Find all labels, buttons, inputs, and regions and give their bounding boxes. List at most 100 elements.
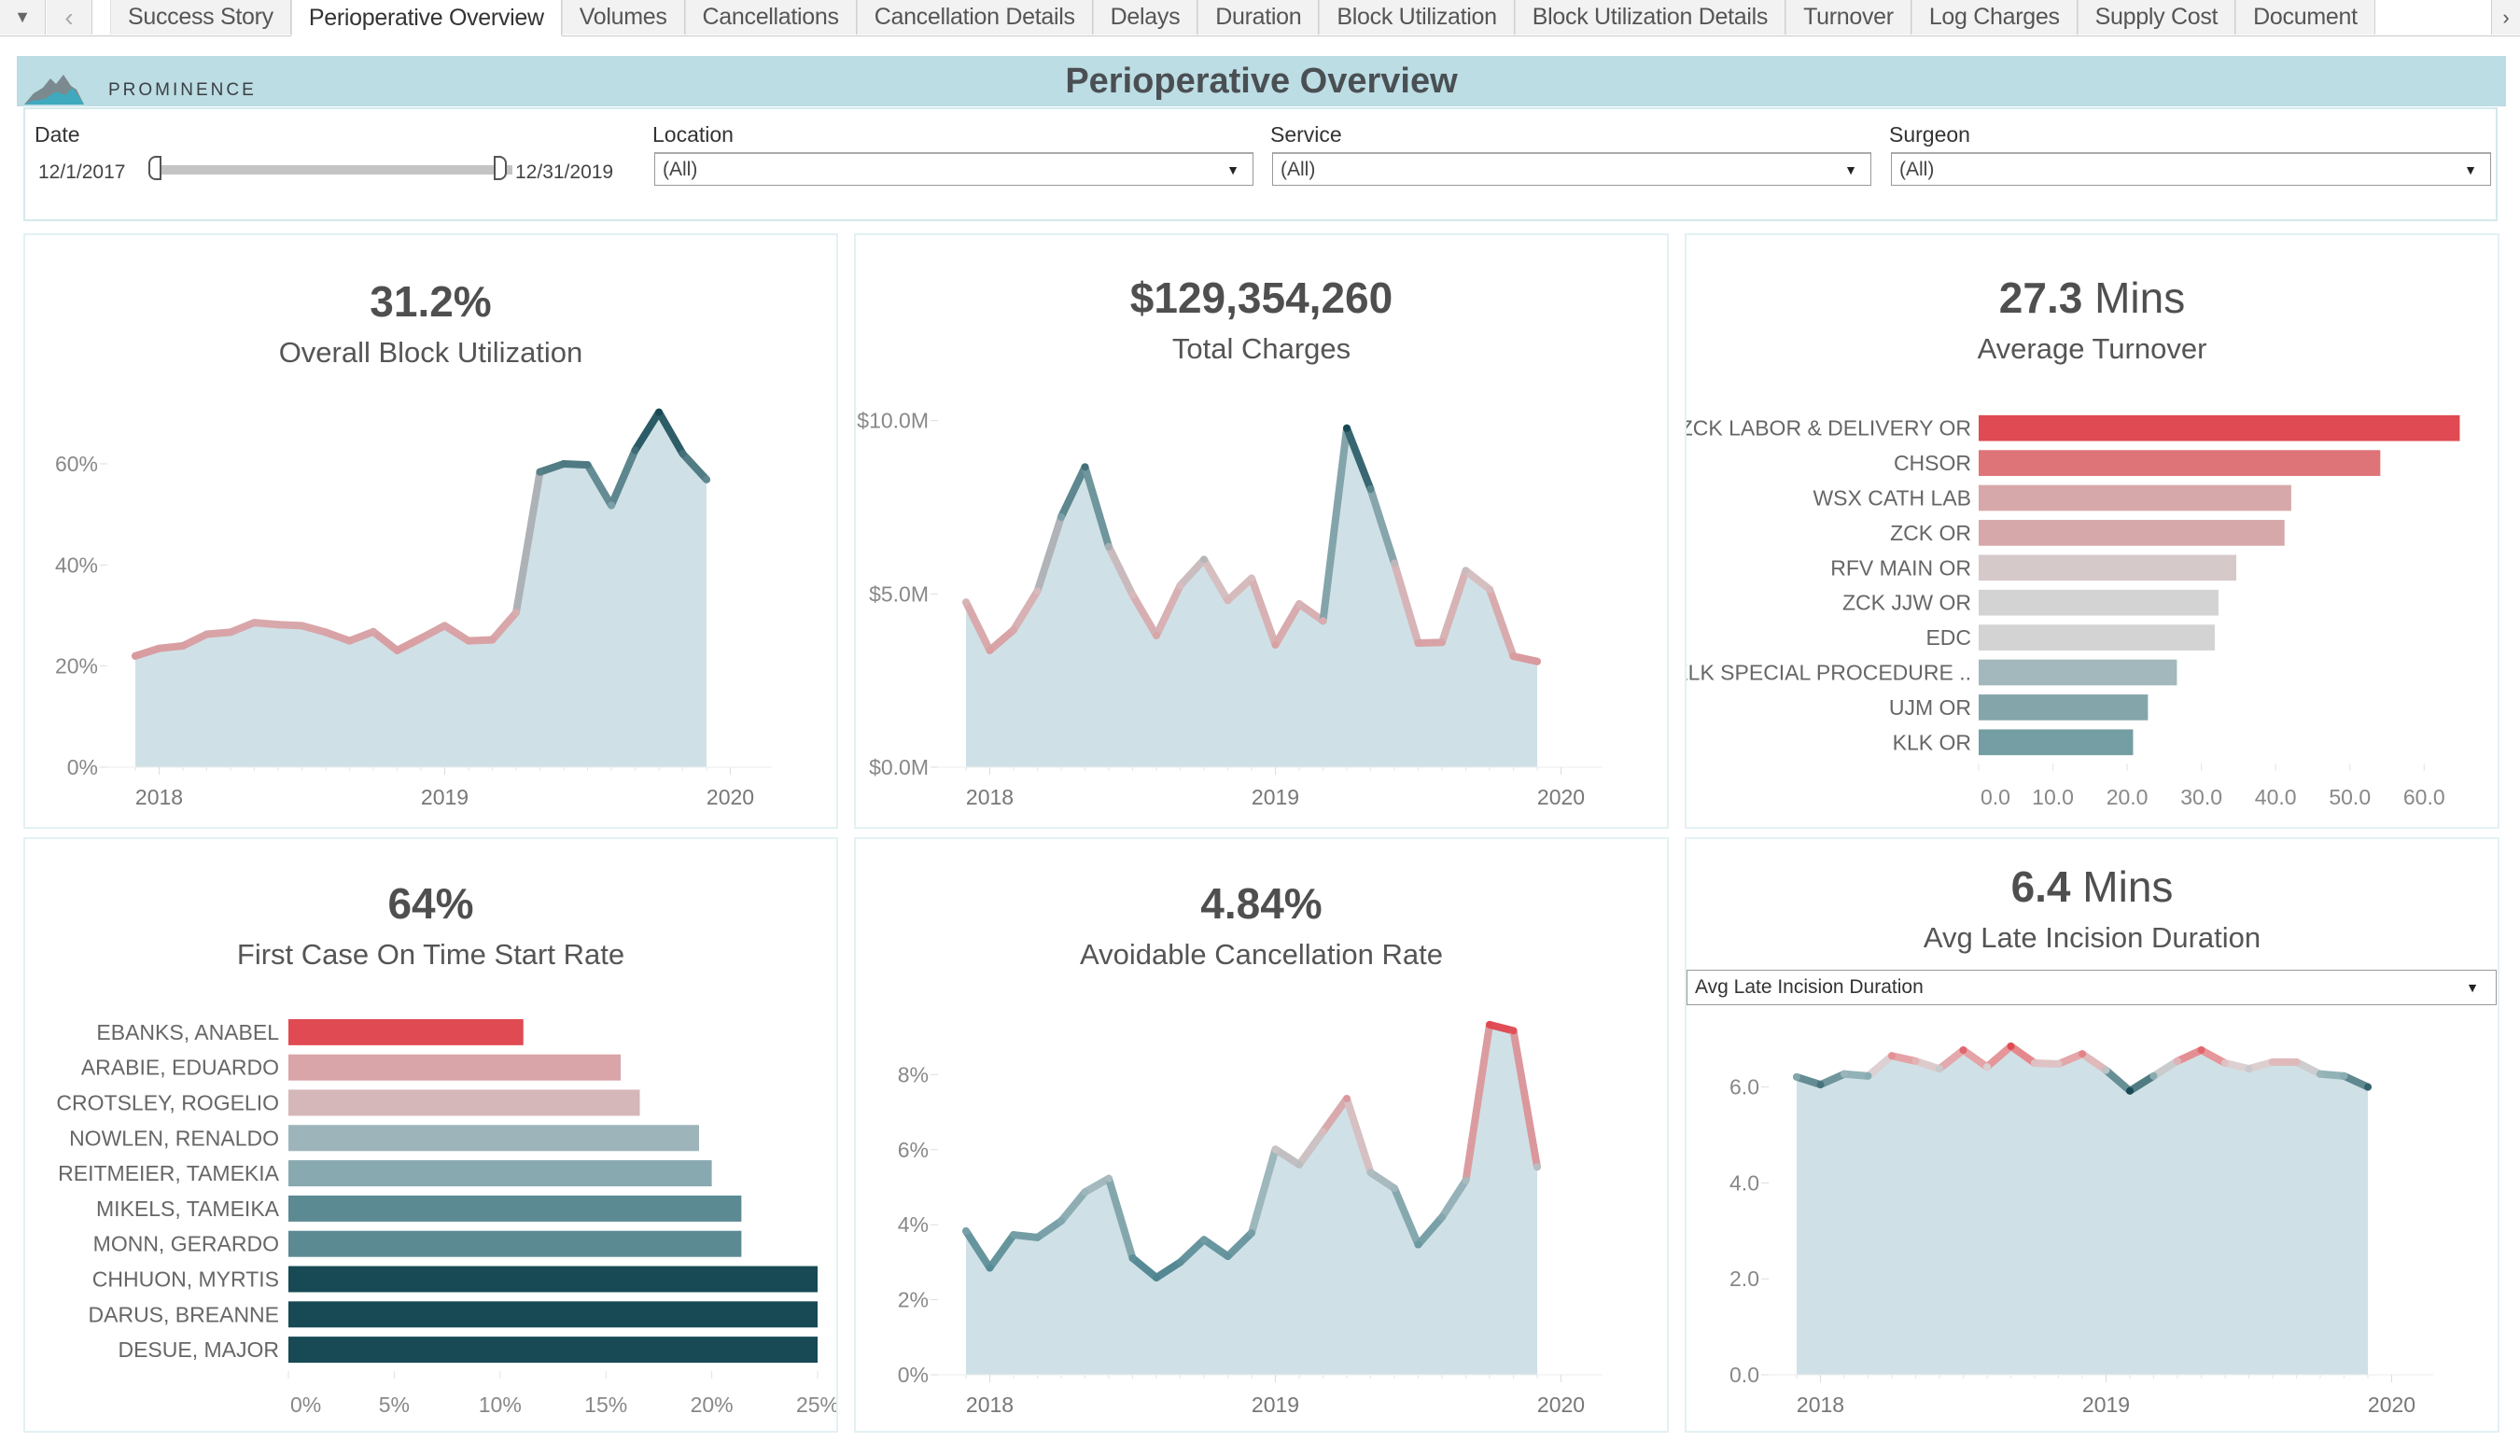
tab-turnover[interactable]: Turnover bbox=[1785, 0, 1911, 35]
surgeon-filter-label: Surgeon bbox=[1889, 122, 1970, 147]
tab-success-story[interactable]: Success Story bbox=[110, 0, 291, 35]
tab-block-utilization-details[interactable]: Block Utilization Details bbox=[1514, 0, 1786, 35]
date-filter-label: Date bbox=[35, 122, 80, 147]
data-point bbox=[1366, 485, 1375, 494]
y-tick-label: 60% bbox=[55, 452, 98, 476]
late-incision-chart[interactable]: 0.0 2.0 4.0 6.0 2018 2019 2020 bbox=[1687, 1011, 2498, 1431]
tab-delays[interactable]: Delays bbox=[1092, 0, 1198, 35]
location-select[interactable]: (All) ▼ bbox=[654, 152, 1253, 186]
data-point bbox=[1176, 581, 1184, 590]
bar bbox=[1979, 589, 2219, 616]
tab-cancellation-details[interactable]: Cancellation Details bbox=[856, 0, 1093, 35]
bar bbox=[1979, 729, 2134, 756]
late-incision-title: Avg Late Incision Duration bbox=[1923, 921, 2261, 954]
total-charges-chart[interactable]: $0.0M $5.0M $10.0M 2018 2019 2020 bbox=[856, 385, 1667, 823]
category-label: ZCK LABOR & DELIVERY OR bbox=[1687, 416, 1971, 441]
bar bbox=[288, 1266, 818, 1293]
y-tick-label: 8% bbox=[898, 1062, 929, 1086]
block-utilization-kpi: 31.2% bbox=[370, 277, 492, 326]
data-point bbox=[370, 627, 377, 636]
measure-select[interactable]: Avg Late Incision Duration ▼ bbox=[1687, 970, 2497, 1005]
y-tick-label: 20% bbox=[55, 654, 98, 679]
x-tick-label: 2020 bbox=[1537, 1393, 1585, 1417]
average-turnover-chart[interactable]: ZCK LABOR & DELIVERY OR CHSOR WSX CATH LAB… bbox=[1687, 385, 2498, 823]
x-tick-label: 2018 bbox=[1797, 1393, 1844, 1417]
data-point bbox=[2031, 1058, 2038, 1067]
bar bbox=[1979, 624, 2215, 651]
tab-block-utilization[interactable]: Block Utilization bbox=[1319, 0, 1515, 35]
category-label: RFV MAIN OR bbox=[1830, 555, 1971, 580]
x-tick-label: 2018 bbox=[966, 785, 1014, 809]
data-point bbox=[655, 408, 663, 416]
bar bbox=[1979, 484, 2291, 511]
first-case-chart[interactable]: EBANKS, ANABEL ARABIE, EDUARDO CROTSLEY, R… bbox=[25, 988, 836, 1431]
y-tick-label: $10.0M bbox=[857, 409, 929, 433]
y-tick-label: $5.0M bbox=[869, 581, 929, 606]
data-point bbox=[1366, 1169, 1375, 1177]
tab-supply-cost[interactable]: Supply Cost bbox=[2077, 0, 2236, 35]
chevron-right-icon: › bbox=[2502, 5, 2510, 29]
data-point bbox=[1057, 512, 1065, 521]
next-tab-button[interactable]: › bbox=[2491, 0, 2520, 35]
data-point bbox=[1271, 1145, 1280, 1154]
x-tick-label: 10.0 bbox=[2032, 785, 2074, 809]
y-tick-label: $0.0M bbox=[869, 755, 929, 779]
data-point bbox=[1248, 1229, 1255, 1238]
date-end-handle[interactable] bbox=[494, 156, 507, 180]
x-tick-label: 60.0 bbox=[2403, 785, 2445, 809]
tab-perioperative-overview[interactable]: Perioperative Overview bbox=[290, 0, 562, 36]
data-point bbox=[1841, 1070, 1848, 1078]
average-turnover-kpi: 27.3 Mins bbox=[1687, 273, 2498, 323]
block-utilization-chart[interactable]: 0% 20% 40% 60% 2018 2019 2020 bbox=[25, 385, 836, 823]
data-point bbox=[1816, 1081, 1825, 1089]
location-select-value: (All) bbox=[663, 158, 698, 180]
data-point bbox=[2292, 1057, 2301, 1066]
surgeon-select[interactable]: (All) ▼ bbox=[1891, 152, 2491, 186]
tab-volumes[interactable]: Volumes bbox=[561, 0, 685, 35]
tab-duration[interactable]: Duration bbox=[1197, 0, 1320, 35]
date-range-slider[interactable] bbox=[158, 165, 512, 175]
data-point bbox=[1295, 600, 1303, 609]
y-tick-label: 0% bbox=[67, 755, 98, 779]
bar bbox=[288, 1054, 622, 1081]
date-start-handle[interactable] bbox=[148, 156, 161, 180]
tab-document[interactable]: Document bbox=[2235, 0, 2375, 35]
category-label: DARUS, BREANNE bbox=[89, 1302, 279, 1326]
data-point bbox=[608, 501, 615, 510]
cancellation-chart[interactable]: 0% 2% 4% 6% 8% 2018 2019 2020 bbox=[856, 988, 1667, 1431]
data-point bbox=[1533, 1163, 1541, 1171]
data-point bbox=[2054, 1060, 2063, 1068]
dropdown-arrow-icon: ▼ bbox=[2464, 162, 2477, 177]
data-point bbox=[1295, 1160, 1303, 1169]
bar bbox=[1979, 450, 2381, 476]
dropdown-arrow-icon: ▼ bbox=[1226, 162, 1239, 177]
service-select[interactable]: (All) ▼ bbox=[1272, 152, 1871, 186]
data-point bbox=[986, 1264, 994, 1272]
x-tick-label: 20% bbox=[691, 1393, 734, 1417]
data-point bbox=[1983, 1063, 1991, 1071]
x-tick-label: 2018 bbox=[966, 1393, 1014, 1417]
date-start-value: 12/1/2017 bbox=[38, 161, 126, 183]
data-point bbox=[1081, 463, 1089, 471]
data-point bbox=[536, 468, 544, 476]
bar bbox=[1979, 414, 2460, 441]
tab-log-charges[interactable]: Log Charges bbox=[1911, 0, 2078, 35]
average-turnover-title: Average Turnover bbox=[1977, 332, 2207, 365]
x-tick-label: 2019 bbox=[2082, 1393, 2130, 1417]
total-charges-panel: $129,354,260 Total Charges $0.0M $5.0M $10… bbox=[854, 233, 1669, 829]
category-label: CHSOR bbox=[1894, 451, 1971, 475]
total-charges-title: Total Charges bbox=[1171, 332, 1351, 365]
data-point bbox=[560, 460, 567, 468]
story-menu-button[interactable]: ▼ bbox=[0, 0, 46, 35]
data-point bbox=[1462, 567, 1470, 575]
data-point bbox=[179, 642, 187, 650]
tab-cancellations[interactable]: Cancellations bbox=[684, 0, 857, 35]
data-point bbox=[1343, 424, 1351, 432]
previous-tab-button[interactable]: ‹ bbox=[47, 0, 92, 35]
x-tick-label: 30.0 bbox=[2180, 785, 2222, 809]
category-label: ZCK OR bbox=[1890, 521, 1971, 545]
category-label: KLK SPECIAL PROCEDURE .. bbox=[1687, 661, 1971, 685]
y-tick-label: 2.0 bbox=[1729, 1267, 1759, 1291]
bar bbox=[1979, 694, 2149, 721]
x-tick-label: 5% bbox=[379, 1393, 410, 1417]
